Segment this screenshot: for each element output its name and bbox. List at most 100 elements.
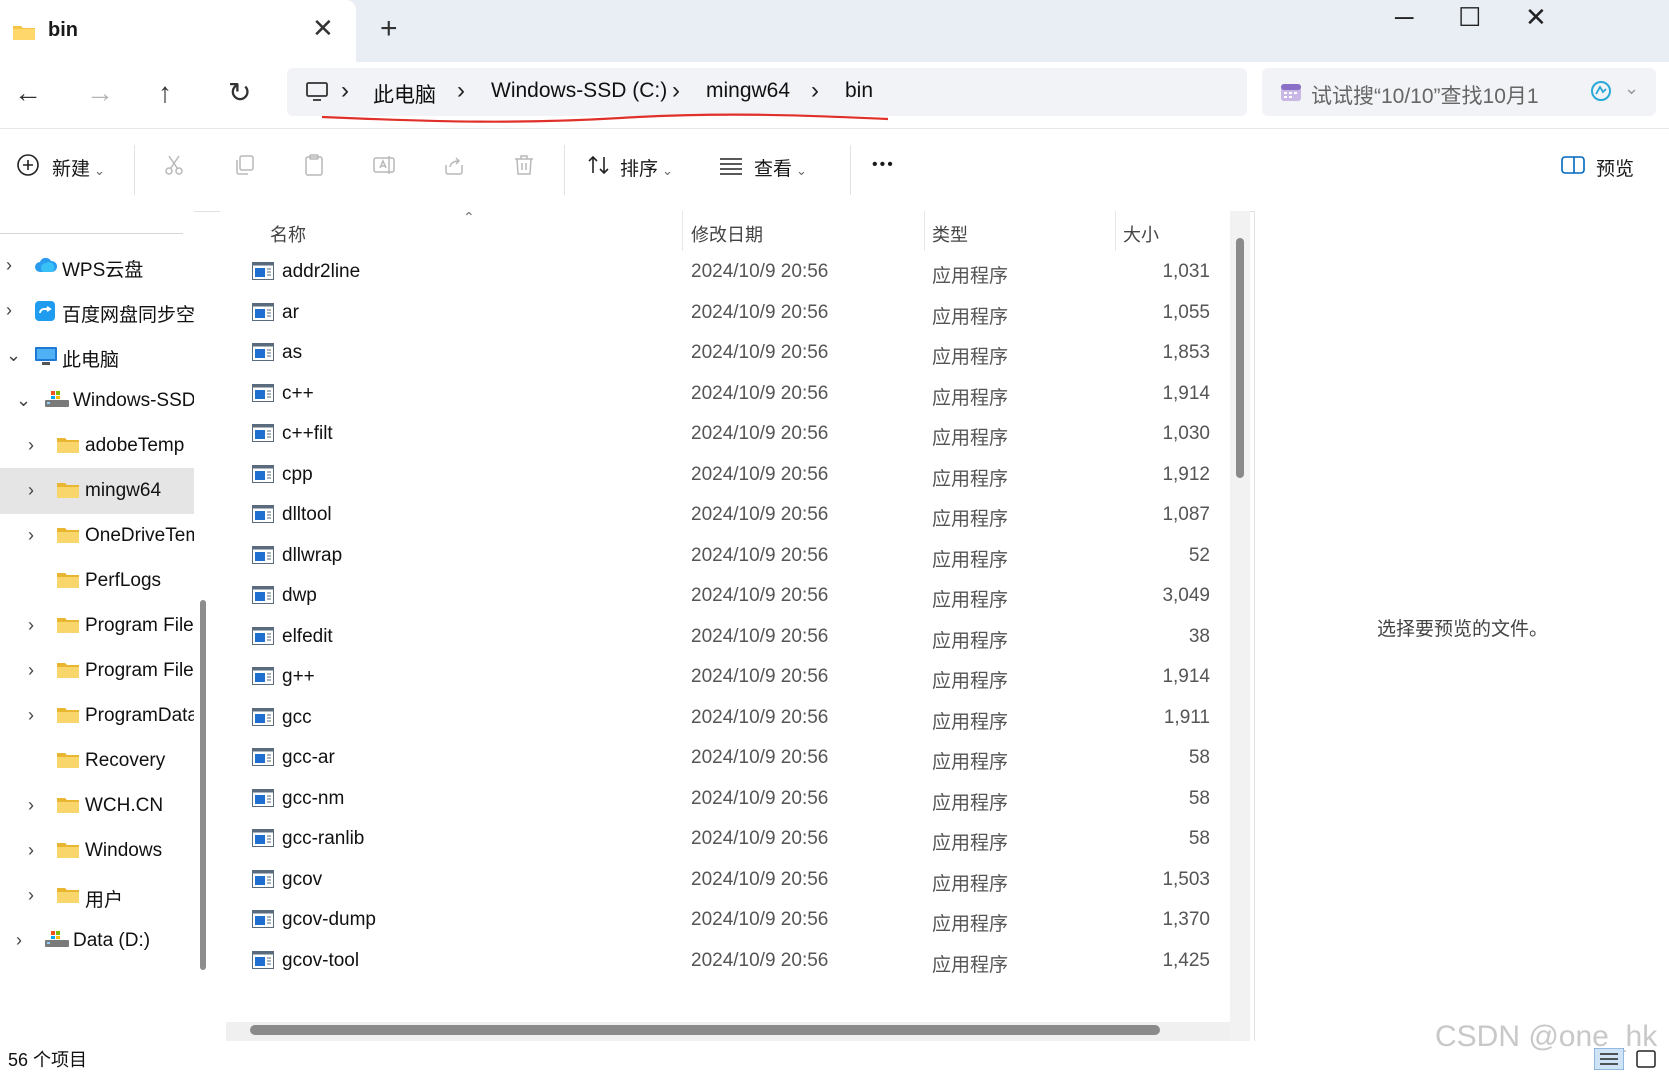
column-divider[interactable] [1115, 211, 1116, 251]
column-divider[interactable] [924, 211, 925, 251]
breadcrumb-c-drive[interactable]: Windows-SSD (C:) [491, 79, 667, 103]
file-row[interactable]: c++ 2024/10/9 20:56 应用程序 1,914 [220, 373, 1240, 416]
sidebar-item[interactable]: Recovery [0, 738, 194, 784]
file-row[interactable]: gcov 2024/10/9 20:56 应用程序 1,503 [220, 859, 1240, 902]
close-window-button[interactable]: ✕ [1525, 2, 1547, 32]
copy-icon[interactable] [232, 153, 256, 177]
tab-bin[interactable]: bin ✕ [0, 0, 356, 62]
address-bar[interactable]: › 此电脑 › Windows-SSD (C:) › mingw64 › bin [287, 68, 1247, 116]
file-row[interactable]: as 2024/10/9 20:56 应用程序 1,853 [220, 332, 1240, 375]
sidebar-item[interactable]: ⌄ Windows-SSD (C:) [0, 378, 194, 424]
sidebar-item[interactable]: PerfLogs [0, 558, 194, 604]
sidebar-item[interactable]: › OneDriveTemp [0, 513, 194, 559]
chevron-right-icon[interactable]: › [28, 480, 34, 501]
chevron-right-icon[interactable]: › [28, 840, 34, 861]
file-row[interactable]: c++filt 2024/10/9 20:56 应用程序 1,030 [220, 413, 1240, 456]
file-row[interactable]: gcov-tool 2024/10/9 20:56 应用程序 1,425 [220, 940, 1240, 983]
cut-icon[interactable] [162, 153, 186, 177]
chevron-right-icon[interactable]: › [6, 300, 12, 321]
file-row[interactable]: gcc-nm 2024/10/9 20:56 应用程序 58 [220, 778, 1240, 821]
forward-button[interactable]: → [86, 76, 114, 110]
folder-icon [56, 525, 80, 550]
sidebar-item[interactable]: › 百度网盘同步空间 [0, 288, 194, 334]
chevron-right-icon[interactable]: › [28, 525, 34, 546]
breadcrumb-bin[interactable]: bin [845, 79, 873, 103]
sort-button[interactable]: 排序 ⌄ [620, 154, 673, 181]
sidebar-item[interactable]: › Data (D:) [0, 918, 194, 964]
ai-assistant-icon[interactable] [1590, 80, 1612, 102]
file-row[interactable]: elfedit 2024/10/9 20:56 应用程序 38 [220, 616, 1240, 659]
chevron-right-icon[interactable]: › [28, 885, 34, 906]
application-icon [252, 424, 274, 447]
application-icon [252, 748, 274, 771]
column-name[interactable]: 名称 [270, 221, 306, 247]
sidebar-item[interactable]: › WCH.CN [0, 783, 194, 829]
chevron-right-icon[interactable]: › [28, 435, 34, 456]
view-button[interactable]: 查看 ⌄ [754, 154, 807, 181]
sidebar-item[interactable]: › adobeTemp [0, 423, 194, 469]
sidebar-item-label: adobeTemp [85, 435, 185, 456]
more-options-button[interactable]: ••• [872, 156, 895, 174]
column-modified[interactable]: 修改日期 [691, 221, 763, 247]
sidebar-item[interactable]: ⌄ 此电脑 [0, 333, 194, 379]
file-size: 1,503 [1162, 868, 1210, 890]
delete-icon[interactable] [512, 153, 536, 177]
file-row[interactable]: gcc 2024/10/9 20:56 应用程序 1,911 [220, 697, 1240, 740]
up-button[interactable]: ↑ [158, 76, 172, 110]
file-row[interactable]: dllwrap 2024/10/9 20:56 应用程序 52 [220, 535, 1240, 578]
sidebar-item[interactable]: › Program Files (x86) [0, 648, 194, 694]
chevron-right-icon[interactable]: › [16, 930, 22, 951]
file-name: dllwrap [282, 544, 343, 566]
chevron-right-icon[interactable]: › [28, 660, 34, 681]
file-row[interactable]: gcc-ranlib 2024/10/9 20:56 应用程序 58 [220, 818, 1240, 861]
share-icon[interactable] [442, 153, 466, 177]
file-row[interactable]: cpp 2024/10/9 20:56 应用程序 1,912 [220, 454, 1240, 497]
chevron-down-icon[interactable]: ⌄ [16, 390, 31, 411]
sidebar-item[interactable]: › 用户 [0, 873, 194, 919]
column-type[interactable]: 类型 [932, 221, 968, 247]
file-size: 1,425 [1162, 949, 1210, 971]
breadcrumb-mingw64[interactable]: mingw64 [706, 79, 790, 103]
sidebar-item[interactable]: › Program Files [0, 603, 194, 649]
rename-icon[interactable] [372, 153, 396, 177]
details-view-icon[interactable] [1594, 1048, 1624, 1070]
column-size[interactable]: 大小 [1123, 221, 1159, 247]
chevron-down-icon[interactable]: ⌄ [1624, 78, 1639, 99]
tab-close-icon[interactable]: ✕ [312, 15, 334, 41]
new-button[interactable]: 新建 ⌄ [52, 154, 105, 181]
file-row[interactable]: gcc-ar 2024/10/9 20:56 应用程序 58 [220, 737, 1240, 780]
minimize-button[interactable]: ─ [1395, 2, 1413, 32]
file-row[interactable]: gcov-dump 2024/10/9 20:56 应用程序 1,370 [220, 899, 1240, 942]
refresh-button[interactable]: ↻ [228, 76, 251, 110]
file-row[interactable]: dlltool 2024/10/9 20:56 应用程序 1,087 [220, 494, 1240, 537]
chevron-right-icon[interactable]: › [28, 795, 34, 816]
search-box[interactable]: 试试搜“10/10”查找10月1 ⌄ [1262, 68, 1656, 116]
paste-icon[interactable] [302, 153, 326, 177]
toolbar-divider [134, 145, 135, 195]
chevron-right-icon[interactable]: › [6, 255, 12, 276]
sidebar-item[interactable]: › WPS云盘 [0, 243, 194, 289]
column-divider[interactable] [682, 211, 683, 251]
file-size: 38 [1188, 625, 1210, 647]
preview-button[interactable]: 预览 [1596, 154, 1634, 181]
sidebar-scrollbar[interactable] [200, 600, 206, 970]
chevron-down-icon[interactable]: ⌄ [6, 345, 21, 366]
new-tab-button[interactable]: + [380, 14, 398, 44]
file-row[interactable]: addr2line 2024/10/9 20:56 应用程序 1,031 [220, 251, 1240, 294]
application-icon [252, 707, 274, 731]
back-button[interactable]: ← [14, 76, 42, 110]
file-list-scrollbar-thumb[interactable] [1236, 238, 1244, 478]
chevron-right-icon[interactable]: › [28, 705, 34, 726]
file-row[interactable]: ar 2024/10/9 20:56 应用程序 1,055 [220, 292, 1240, 335]
sidebar-item[interactable]: › ProgramData [0, 693, 194, 739]
sidebar-item[interactable]: › Windows [0, 828, 194, 874]
breadcrumb-this-pc[interactable]: 此电脑 [373, 79, 436, 109]
horizontal-scrollbar-thumb[interactable] [250, 1025, 1160, 1035]
file-modified: 2024/10/9 20:56 [691, 423, 829, 444]
maximize-button[interactable]: ☐ [1458, 2, 1481, 32]
sidebar-item[interactable]: › mingw64 [0, 468, 194, 514]
file-row[interactable]: g++ 2024/10/9 20:56 应用程序 1,914 [220, 656, 1240, 699]
file-row[interactable]: dwp 2024/10/9 20:56 应用程序 3,049 [220, 575, 1240, 618]
tiles-view-icon[interactable] [1634, 1048, 1658, 1070]
chevron-right-icon[interactable]: › [28, 615, 34, 636]
